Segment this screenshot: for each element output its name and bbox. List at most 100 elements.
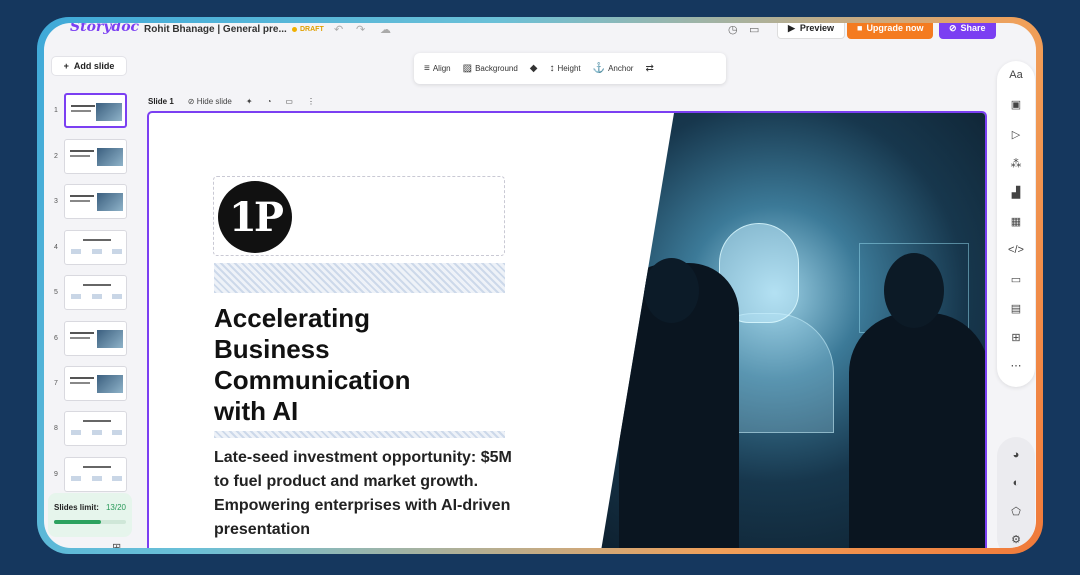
thumb-columns	[71, 476, 122, 482]
slide-thumbnail[interactable]	[64, 184, 127, 219]
plugin-icon[interactable]: ⬠	[997, 505, 1035, 518]
slides-limit-count: 13/20	[105, 503, 126, 512]
storydoc-logo[interactable]: Storydoc	[70, 23, 139, 35]
slide-thumbnail[interactable]	[64, 457, 127, 492]
slide-thumb-row[interactable]: 8	[52, 411, 132, 449]
fill-color-button[interactable]: ◆	[530, 63, 538, 74]
slide-thumb-row[interactable]: 7	[52, 366, 132, 404]
slide-thumb-row[interactable]: 9	[52, 457, 132, 495]
slide-thumb-row[interactable]: 1	[52, 93, 132, 131]
chart-icon[interactable]: ▟	[997, 186, 1035, 199]
grid-view-icon[interactable]: ⊞	[112, 541, 121, 548]
thumb-columns	[71, 249, 122, 255]
slide-thumbnail[interactable]	[64, 321, 127, 356]
person-left-head	[644, 258, 699, 323]
thumb-title	[70, 377, 94, 379]
share-button[interactable]: ⊘ Share	[939, 23, 996, 39]
thumb-image	[97, 330, 123, 348]
slide-thumbnail[interactable]	[64, 93, 127, 128]
thumb-text	[70, 155, 90, 157]
slides-limit-label: Slides limit:	[54, 503, 99, 512]
background-button[interactable]: ▨ Background	[463, 63, 518, 74]
decorative-hatch	[214, 263, 505, 293]
video-icon[interactable]: ▷	[997, 128, 1035, 141]
slide-thumbnail[interactable]	[64, 275, 127, 310]
thumb-title	[83, 284, 111, 286]
link-icon: ⊘	[949, 23, 957, 33]
plus-icon: +	[63, 61, 69, 71]
slide-thumb-row[interactable]: 4	[52, 230, 132, 268]
slide-thumb-row[interactable]: 2	[52, 139, 132, 177]
thumb-image	[97, 375, 123, 393]
height-icon: ↕	[549, 63, 555, 74]
grid-icon[interactable]: ⊞	[997, 331, 1035, 344]
person-right-head	[884, 253, 944, 328]
code-icon[interactable]: </>	[997, 244, 1035, 256]
preview-label: Preview	[799, 23, 834, 33]
magic-icon[interactable]: ✦	[246, 97, 253, 106]
thumb-title	[71, 105, 95, 107]
slide-canvas[interactable]: 1P Accelerating Business Communication w…	[147, 111, 987, 548]
hero-image[interactable]	[599, 113, 985, 548]
calendar-icon[interactable]: ▤	[997, 302, 1035, 315]
cloud-sync-icon[interactable]: ☁	[380, 23, 391, 36]
thumb-text	[70, 200, 90, 202]
logo-placeholder[interactable]: 1P	[213, 176, 505, 256]
align-label: Align	[432, 64, 451, 73]
palette-small-icon[interactable]: ◔	[267, 97, 272, 106]
align-button[interactable]: ≡ Align	[424, 63, 451, 74]
redo-icon[interactable]: ↷	[356, 23, 365, 36]
more-options-icon[interactable]: ⋮	[307, 97, 315, 106]
thumb-title	[83, 466, 111, 468]
document-name[interactable]: Rohit Bhanage | General pre...	[144, 24, 287, 35]
decorative-hatch-divider	[214, 431, 505, 438]
slide-number: 9	[54, 471, 58, 478]
comment-icon[interactable]: ▭	[285, 97, 293, 106]
thumb-text	[70, 382, 90, 384]
slide-thumb-row[interactable]: 5	[52, 275, 132, 313]
slide-thumbnail[interactable]	[64, 230, 127, 265]
upgrade-label: Upgrade now	[866, 23, 924, 33]
upgrade-button[interactable]: ■ Upgrade now	[847, 23, 934, 39]
table-icon[interactable]: ▦	[997, 215, 1035, 228]
align-icon: ≡	[424, 63, 430, 74]
slide-thumbnail[interactable]	[64, 139, 127, 174]
person-right	[849, 313, 985, 548]
history-icon[interactable]: ◷	[728, 23, 738, 36]
height-button[interactable]: ↕ Height	[550, 63, 581, 74]
comments-icon[interactable]: ▭	[749, 23, 759, 36]
swap-layout-button[interactable]: ⇄	[645, 63, 653, 74]
undo-icon[interactable]: ↶	[334, 23, 343, 36]
palette-icon[interactable]: ◕	[997, 449, 1035, 461]
slide-subtitle[interactable]: Late-seed investment opportunity: $5M to…	[214, 446, 514, 542]
thumb-title	[70, 332, 94, 334]
slide-thumb-row[interactable]: 3	[52, 184, 132, 222]
widgets-icon[interactable]: ⁂	[997, 157, 1035, 170]
slide-controls: Slide 1 ⊘ Hide slide ✦ ◔ ▭ ⋮	[148, 97, 315, 106]
slides-limit-bar	[54, 520, 126, 524]
slide-thumbnail[interactable]	[64, 366, 127, 401]
slide-thumbnail[interactable]	[64, 411, 127, 446]
settings-icon[interactable]: ⚙	[997, 533, 1035, 546]
text-icon[interactable]: Aa	[997, 69, 1035, 81]
thumb-image	[97, 193, 123, 211]
preview-button[interactable]: ▶ Preview	[777, 23, 845, 39]
slide-name[interactable]: Slide 1	[148, 97, 174, 106]
brain-icon[interactable]: ◐	[997, 477, 1035, 489]
image-icon[interactable]: ▣	[997, 98, 1035, 111]
slide-title[interactable]: Accelerating Business Communication with…	[214, 303, 514, 427]
thumb-title	[83, 239, 111, 241]
gift-icon: ■	[857, 23, 863, 33]
thumb-columns	[71, 294, 122, 300]
swap-icon: ⇄	[645, 63, 654, 74]
eye-off-icon: ⊘	[187, 97, 197, 106]
more-icon[interactable]: ⋯	[997, 359, 1035, 372]
add-slide-button[interactable]: + Add slide	[51, 56, 127, 76]
insert-rail: Aa ▣ ▷ ⁂ ▟ ▦ </> ▭ ▤ ⊞ ⋯	[997, 61, 1035, 387]
hide-slide-button[interactable]: ⊘ Hide slide	[188, 97, 232, 106]
company-logo: 1P	[218, 181, 292, 253]
button-icon[interactable]: ▭	[997, 273, 1035, 286]
slide-thumb-row[interactable]: 6	[52, 321, 132, 359]
anchor-button[interactable]: ⚓ Anchor	[593, 63, 634, 74]
thumb-image	[97, 148, 123, 166]
